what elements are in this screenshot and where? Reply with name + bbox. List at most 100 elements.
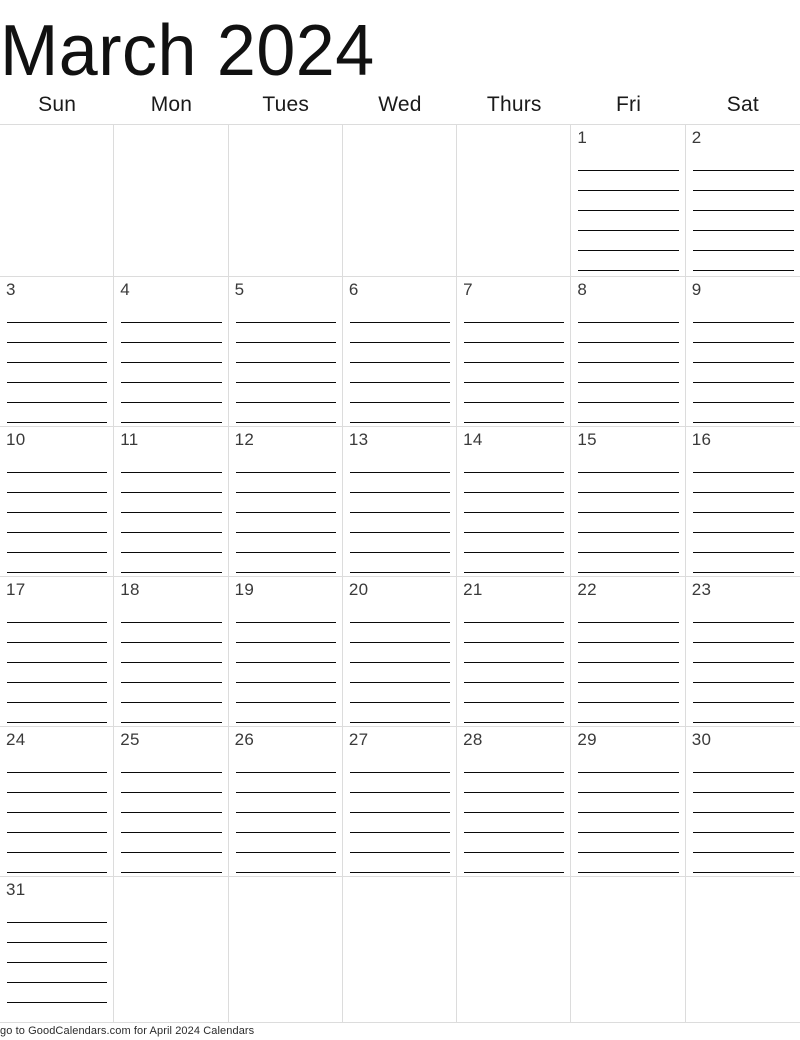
writing-line[interactable]: [349, 453, 451, 473]
writing-lines[interactable]: [464, 453, 565, 573]
day-cell[interactable]: 10: [0, 427, 115, 577]
day-cell[interactable]: 2: [685, 125, 800, 277]
writing-line[interactable]: [7, 923, 108, 943]
writing-line[interactable]: [121, 773, 222, 793]
writing-line[interactable]: [578, 303, 679, 323]
writing-line[interactable]: [464, 303, 565, 323]
writing-line[interactable]: [235, 623, 336, 643]
day-cell[interactable]: 25: [114, 727, 229, 877]
writing-line[interactable]: [349, 363, 451, 383]
writing-lines[interactable]: [235, 303, 336, 423]
writing-line[interactable]: [578, 533, 679, 553]
writing-line[interactable]: [7, 903, 108, 923]
writing-lines[interactable]: [464, 753, 565, 873]
writing-line[interactable]: [578, 191, 679, 211]
writing-line[interactable]: [7, 473, 108, 493]
writing-line[interactable]: [578, 553, 679, 573]
writing-line[interactable]: [578, 623, 679, 643]
writing-line[interactable]: [578, 683, 679, 703]
writing-line[interactable]: [349, 343, 451, 363]
writing-line[interactable]: [692, 853, 794, 873]
writing-line[interactable]: [692, 683, 794, 703]
writing-line[interactable]: [7, 493, 108, 513]
writing-line[interactable]: [464, 813, 565, 833]
writing-lines[interactable]: [578, 453, 679, 573]
writing-line[interactable]: [692, 643, 794, 663]
day-cell[interactable]: 4: [114, 277, 229, 427]
writing-line[interactable]: [692, 251, 794, 271]
writing-lines[interactable]: [349, 753, 451, 873]
writing-line[interactable]: [692, 363, 794, 383]
day-cell[interactable]: 11: [114, 427, 229, 577]
day-cell[interactable]: 26: [228, 727, 343, 877]
writing-line[interactable]: [121, 453, 222, 473]
day-cell[interactable]: 9: [685, 277, 800, 427]
writing-line[interactable]: [7, 1003, 107, 1022]
writing-line[interactable]: [692, 813, 794, 833]
writing-line[interactable]: [349, 813, 451, 833]
writing-line[interactable]: [692, 343, 794, 363]
writing-line[interactable]: [235, 753, 336, 773]
day-cell[interactable]: 27: [342, 727, 458, 877]
writing-line[interactable]: [692, 191, 794, 211]
day-cell[interactable]: 23: [685, 577, 800, 727]
writing-line[interactable]: [121, 833, 222, 853]
writing-line[interactable]: [121, 813, 222, 833]
writing-line[interactable]: [349, 793, 451, 813]
writing-lines[interactable]: [121, 453, 222, 573]
writing-line[interactable]: [7, 773, 108, 793]
writing-line[interactable]: [235, 453, 336, 473]
writing-line[interactable]: [464, 553, 565, 573]
day-cell[interactable]: 1: [571, 125, 686, 277]
writing-lines[interactable]: [578, 303, 679, 423]
writing-lines[interactable]: [121, 603, 222, 723]
writing-line[interactable]: [578, 211, 679, 231]
writing-line[interactable]: [578, 853, 679, 873]
writing-line[interactable]: [692, 493, 794, 513]
writing-line[interactable]: [692, 553, 794, 573]
writing-line[interactable]: [692, 171, 794, 191]
writing-line[interactable]: [692, 663, 794, 683]
writing-line[interactable]: [121, 513, 222, 533]
writing-line[interactable]: [7, 643, 108, 663]
writing-line[interactable]: [349, 663, 451, 683]
writing-line[interactable]: [578, 663, 679, 683]
writing-line[interactable]: [578, 453, 679, 473]
writing-line[interactable]: [349, 403, 451, 423]
writing-line[interactable]: [464, 383, 565, 403]
writing-line[interactable]: [692, 773, 794, 793]
writing-line[interactable]: [7, 453, 108, 473]
writing-line[interactable]: [235, 343, 336, 363]
writing-line[interactable]: [464, 853, 565, 873]
writing-line[interactable]: [464, 683, 565, 703]
writing-line[interactable]: [121, 303, 222, 323]
writing-line[interactable]: [578, 343, 679, 363]
writing-line[interactable]: [692, 211, 794, 231]
writing-line[interactable]: [235, 533, 336, 553]
writing-line[interactable]: [121, 753, 222, 773]
writing-lines[interactable]: [578, 603, 679, 723]
writing-line[interactable]: [464, 773, 565, 793]
writing-line[interactable]: [464, 753, 565, 773]
writing-line[interactable]: [578, 603, 679, 623]
writing-line[interactable]: [121, 853, 222, 873]
writing-line[interactable]: [7, 343, 108, 363]
day-cell[interactable]: 6: [342, 277, 458, 427]
writing-line[interactable]: [7, 533, 108, 553]
writing-line[interactable]: [692, 323, 794, 343]
day-cell[interactable]: 15: [571, 427, 686, 577]
writing-line[interactable]: [235, 793, 336, 813]
day-cell[interactable]: 29: [571, 727, 686, 877]
writing-line[interactable]: [692, 623, 794, 643]
writing-line[interactable]: [235, 513, 336, 533]
day-cell[interactable]: 14: [457, 427, 572, 577]
writing-line[interactable]: [692, 753, 794, 773]
writing-line[interactable]: [235, 813, 336, 833]
writing-line[interactable]: [464, 703, 565, 723]
writing-line[interactable]: [121, 643, 222, 663]
writing-line[interactable]: [692, 833, 794, 853]
writing-line[interactable]: [349, 533, 451, 553]
day-cell[interactable]: 16: [685, 427, 800, 577]
writing-lines[interactable]: [7, 753, 108, 873]
writing-line[interactable]: [464, 793, 565, 813]
